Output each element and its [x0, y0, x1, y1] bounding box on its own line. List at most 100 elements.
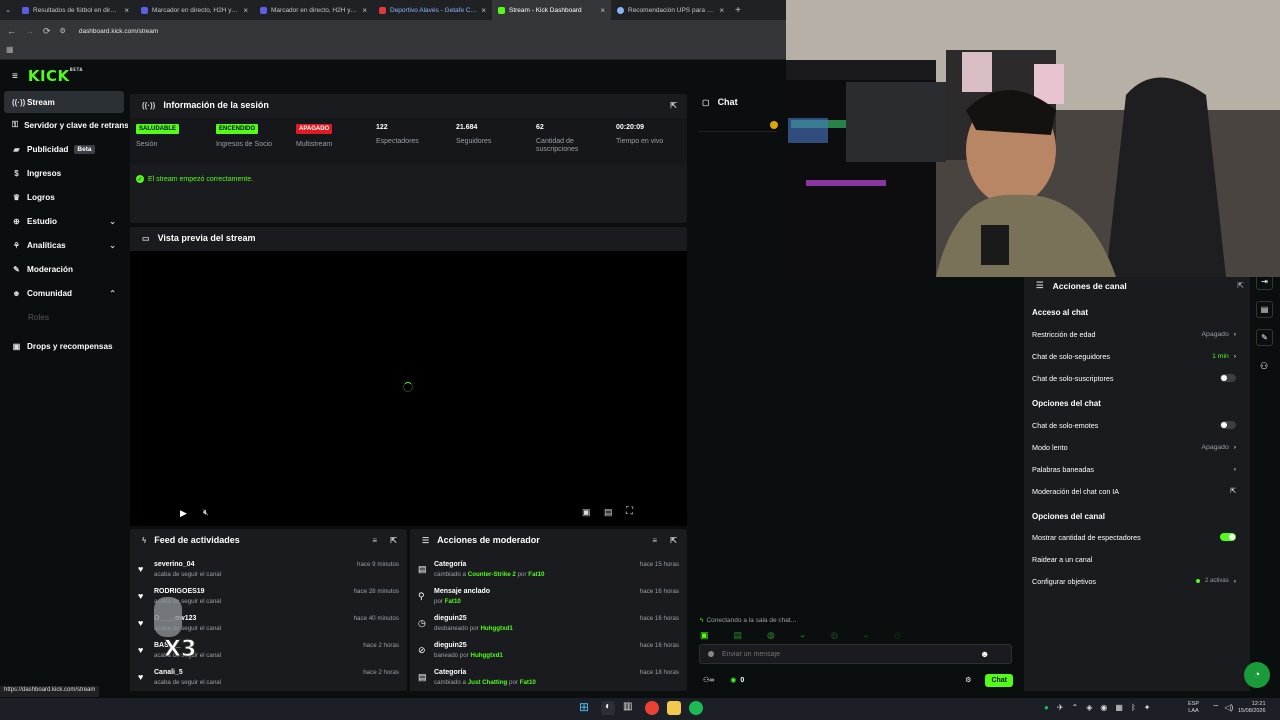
- raid-channel-row[interactable]: Raidear a un canal: [1032, 552, 1236, 566]
- send-chat-button[interactable]: Chat: [985, 673, 1013, 687]
- spotify-icon[interactable]: [689, 701, 703, 715]
- tray-app-icon[interactable]: ✦: [1144, 703, 1151, 712]
- video-player[interactable]: ▶ 🔇︎ ▣ ▤ ⛶: [130, 251, 687, 526]
- tray-bluetooth-icon[interactable]: ᛒ: [1131, 703, 1136, 712]
- tray-app-icon[interactable]: ◈: [1086, 703, 1092, 712]
- stream-started-message: ✓ El stream empezó correctamente.: [136, 175, 253, 183]
- popout-icon[interactable]: ⇱: [670, 101, 677, 110]
- panel-title: Acciones de canal: [1052, 280, 1127, 291]
- browser-tab[interactable]: Resultados de fútbol en directo ×: [16, 0, 135, 20]
- clock[interactable]: 12:21 15/08/2026: [1238, 701, 1266, 715]
- browser-tab[interactable]: Marcador en directo, H2H y ali ×: [254, 0, 373, 20]
- subscribers-only-toggle[interactable]: [1220, 374, 1236, 382]
- mute-icon[interactable]: 🔇︎: [203, 507, 209, 518]
- task-view-icon[interactable]: ▥: [623, 701, 637, 715]
- stat-followers: 21.684 Seguidores: [456, 124, 491, 168]
- site-info-icon[interactable]: ⚙: [60, 27, 66, 35]
- tray-app-icon[interactable]: ▦: [1115, 703, 1123, 712]
- users-infinity-icon[interactable]: ⚇∞: [703, 676, 714, 684]
- pip-icon[interactable]: ▣: [582, 507, 591, 518]
- sidebar-item-studio[interactable]: ⊕ Estudio ⌄: [0, 209, 128, 233]
- windows-taskbar: ⊞ ◐ ▥ ● ✈ ⌃ ◈ ◉ ▦ ᛒ ✦ ESP LAA ⌔ ◁) 12:21 1…: [0, 698, 1280, 720]
- url-field[interactable]: dashboard.kick.com/stream: [79, 28, 158, 35]
- filter-icon[interactable]: ≡: [372, 536, 377, 545]
- tab-title: Stream - Kick Dashboard: [509, 6, 582, 14]
- emote-icon[interactable]: ▤: [734, 630, 743, 642]
- ai-moderation-row[interactable]: Moderación del chat con IA ⇱: [1032, 484, 1236, 498]
- tray-spotify-icon[interactable]: ●: [1044, 703, 1049, 712]
- sidebar-item-moderation[interactable]: ✎ Moderación: [0, 257, 128, 281]
- sidebar-item-ads[interactable]: ▰ Publicidad Beta: [0, 137, 128, 161]
- close-tab-icon[interactable]: ×: [719, 6, 724, 15]
- popout-icon[interactable]: ⇱: [670, 536, 677, 545]
- close-tab-icon[interactable]: ×: [124, 6, 129, 15]
- close-tab-icon[interactable]: ×: [600, 6, 605, 15]
- chat-avatar-icon: [708, 651, 714, 657]
- file-explorer-icon[interactable]: [667, 701, 681, 715]
- close-tab-icon[interactable]: ×: [362, 6, 367, 15]
- sidebar-item-community[interactable]: ☻ Comunidad ⌃: [0, 281, 128, 305]
- chrome-icon[interactable]: [645, 701, 659, 715]
- popout-icon[interactable]: ⇱: [390, 536, 397, 545]
- panel-layout-icon[interactable]: ▤: [1256, 301, 1273, 318]
- stat-label: Tiempo en vivo: [616, 138, 664, 145]
- tab-search-icon[interactable]: ⌄: [0, 6, 16, 14]
- close-tab-icon[interactable]: ×: [481, 6, 486, 15]
- popout-icon[interactable]: ⇱: [1237, 281, 1244, 290]
- username[interactable]: severino_04: [154, 561, 194, 568]
- emote-icon[interactable]: ◒: [863, 630, 868, 642]
- tray-chevron-icon[interactable]: ⌃: [1072, 703, 1079, 712]
- hamburger-menu-icon[interactable]: ≡: [12, 71, 18, 82]
- tray-status-icons[interactable]: ⌔ ◁): [1212, 703, 1233, 713]
- show-viewers-toggle[interactable]: [1220, 533, 1236, 541]
- browser-tab[interactable]: Deportivo Alavés - Getafe CF F ×: [373, 0, 492, 20]
- chat-settings-icon[interactable]: ⚙: [965, 676, 971, 684]
- filter-icon[interactable]: ≡: [652, 536, 657, 545]
- tray-app-icon[interactable]: ◉: [1100, 703, 1107, 712]
- new-tab-icon[interactable]: +: [730, 5, 746, 16]
- key-icon: ⚿: [12, 120, 19, 129]
- slow-mode-row[interactable]: Modo lento Apagado ›: [1032, 440, 1236, 454]
- language-indicator[interactable]: ESP LAA: [1188, 701, 1199, 715]
- emoji-icon[interactable]: ☻: [980, 649, 989, 659]
- sidebar-item-stream[interactable]: ((·)) Stream: [4, 91, 124, 113]
- emote-icon[interactable]: ◍: [830, 630, 838, 642]
- emotes-only-toggle[interactable]: [1220, 421, 1236, 429]
- sidebar-item-drops[interactable]: ▣ Drops y recompensas: [0, 334, 128, 358]
- reload-icon[interactable]: ⟳: [43, 26, 51, 37]
- sidebar-item-revenue[interactable]: $ Ingresos: [0, 161, 128, 185]
- theater-mode-icon[interactable]: ▤: [604, 507, 613, 518]
- top-navbar: ≡ KICKBETA: [0, 61, 786, 91]
- wrench-icon[interactable]: ✎: [1256, 329, 1273, 346]
- emote-icon[interactable]: ◍: [767, 630, 775, 642]
- browser-tab[interactable]: Recomendación UPS para PC G ×: [611, 0, 730, 20]
- kick-logo[interactable]: KICKBETA: [28, 67, 83, 85]
- age-restriction-row[interactable]: Restricción de edad Apagado ›: [1032, 327, 1236, 341]
- forward-icon[interactable]: →: [25, 26, 34, 36]
- obs-icon[interactable]: ◐: [601, 701, 615, 715]
- chat-footer: ⚇∞ ◉ 0 ⚙ Chat: [703, 673, 1013, 687]
- emote-icon[interactable]: ▣: [700, 630, 709, 642]
- browser-tab-active[interactable]: Stream - Kick Dashboard ×: [492, 0, 611, 20]
- banned-words-row[interactable]: Palabras baneadas ›: [1032, 462, 1236, 476]
- play-icon[interactable]: ▶: [180, 508, 187, 519]
- apps-grid-icon[interactable]: ▦: [6, 45, 14, 54]
- sidebar-item-server-key[interactable]: ⚿ Servidor y clave de retransmisión: [0, 113, 128, 137]
- sidebar-item-roles[interactable]: Roles: [0, 305, 128, 329]
- windows-start-icon[interactable]: ⊞: [579, 700, 593, 714]
- sidebar-item-analytics[interactable]: ⚘ Analíticas ⌄: [0, 233, 128, 257]
- sidebar-item-achievements[interactable]: ♛ Logros: [0, 185, 128, 209]
- emote-icon[interactable]: ◍: [894, 630, 902, 642]
- browser-tab[interactable]: Marcador en directo, H2H y ali ×: [135, 0, 254, 20]
- floating-chat-button[interactable]: ◔: [1244, 662, 1270, 688]
- followers-only-row[interactable]: Chat de solo-seguidores 1 min ›: [1032, 349, 1236, 363]
- close-tab-icon[interactable]: ×: [243, 6, 248, 15]
- back-icon[interactable]: ←: [7, 26, 16, 36]
- configure-goals-row[interactable]: Configurar objetivos 2 activas ›: [1032, 574, 1236, 588]
- users-icon[interactable]: ⚇: [1260, 361, 1268, 372]
- fullscreen-icon[interactable]: ⛶: [626, 506, 633, 517]
- tray-app-icon[interactable]: ✈: [1057, 703, 1064, 712]
- emote-icon[interactable]: ◒: [800, 630, 805, 642]
- chat-message-input[interactable]: [722, 650, 972, 658]
- stat-value: 00:20:09: [616, 124, 645, 131]
